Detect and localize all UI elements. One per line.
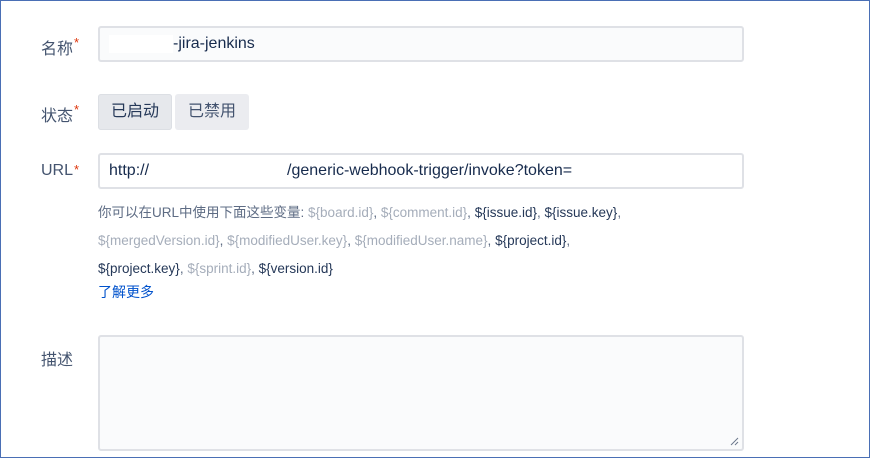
name-label: 名称* bbox=[41, 35, 79, 59]
var-separator: , bbox=[467, 205, 475, 220]
url-input-middle: /generic-webhook-trigger/invoke?token= bbox=[287, 162, 573, 179]
name-label-text: 名称 bbox=[41, 41, 74, 58]
var-separator: , bbox=[219, 233, 228, 248]
help-intro: 你可以在URL中使用下面这些变量: bbox=[98, 205, 305, 220]
url-input-start: http:// bbox=[109, 162, 150, 179]
var-separator: , bbox=[537, 205, 545, 220]
name-required-mark: * bbox=[74, 35, 80, 50]
var-sprint-id: ${sprint.id} bbox=[187, 261, 252, 276]
description-label: 描述 bbox=[41, 346, 73, 370]
url-label-text: URL bbox=[41, 162, 74, 179]
url-required-mark: * bbox=[74, 162, 80, 177]
var-separator: , bbox=[373, 205, 381, 220]
name-redacted-segment bbox=[109, 34, 173, 53]
var-project-id: ${project.id} bbox=[495, 233, 567, 248]
var-separator: , bbox=[566, 233, 571, 248]
var-issue-id: ${issue.id} bbox=[474, 205, 537, 220]
status-required-mark: * bbox=[74, 102, 80, 117]
url-label: URL* bbox=[41, 162, 79, 180]
var-merged-version-id: ${mergedVersion.id} bbox=[98, 233, 220, 248]
url-redacted-host bbox=[149, 161, 288, 180]
var-version-id: ${version.id} bbox=[258, 261, 333, 276]
var-comment-id: ${comment.id} bbox=[380, 205, 468, 220]
name-input[interactable]: -jira-jenkins bbox=[98, 26, 744, 62]
status-disabled-button[interactable]: 已禁用 bbox=[175, 94, 250, 130]
description-label-text: 描述 bbox=[41, 352, 74, 369]
status-label: 状态* bbox=[41, 102, 79, 126]
url-redacted-token bbox=[572, 161, 683, 180]
var-separator: , bbox=[347, 233, 355, 248]
var-issue-key: ${issue.key} bbox=[544, 205, 618, 220]
var-modified-user-key: ${modifiedUser.key} bbox=[227, 233, 348, 248]
var-modified-user-name: ${modifiedUser.name} bbox=[354, 233, 488, 248]
url-input[interactable]: http:// /generic-webhook-trigger/invoke?t… bbox=[98, 153, 744, 189]
resize-handle-icon[interactable] bbox=[730, 437, 739, 446]
var-project-key: ${project.key} bbox=[98, 261, 180, 276]
description-textarea[interactable] bbox=[98, 335, 744, 451]
url-help-text: 你可以在URL中使用下面这些变量: ${board.id}, ${comment… bbox=[98, 199, 778, 283]
learn-more-link[interactable]: 了解更多 bbox=[98, 282, 154, 302]
var-separator: , bbox=[487, 233, 496, 248]
var-separator: , bbox=[251, 261, 259, 276]
form-panel: 名称* -jira-jenkins 状态* 已启动 已禁用 URL* http:… bbox=[0, 0, 870, 458]
var-separator: , bbox=[617, 205, 622, 220]
status-toggle-group: 已启动 已禁用 bbox=[98, 94, 250, 130]
var-board-id: ${board.id} bbox=[308, 205, 374, 220]
status-label-text: 状态 bbox=[41, 108, 74, 125]
status-enabled-button[interactable]: 已启动 bbox=[98, 94, 173, 130]
name-input-suffix: -jira-jenkins bbox=[173, 35, 255, 52]
